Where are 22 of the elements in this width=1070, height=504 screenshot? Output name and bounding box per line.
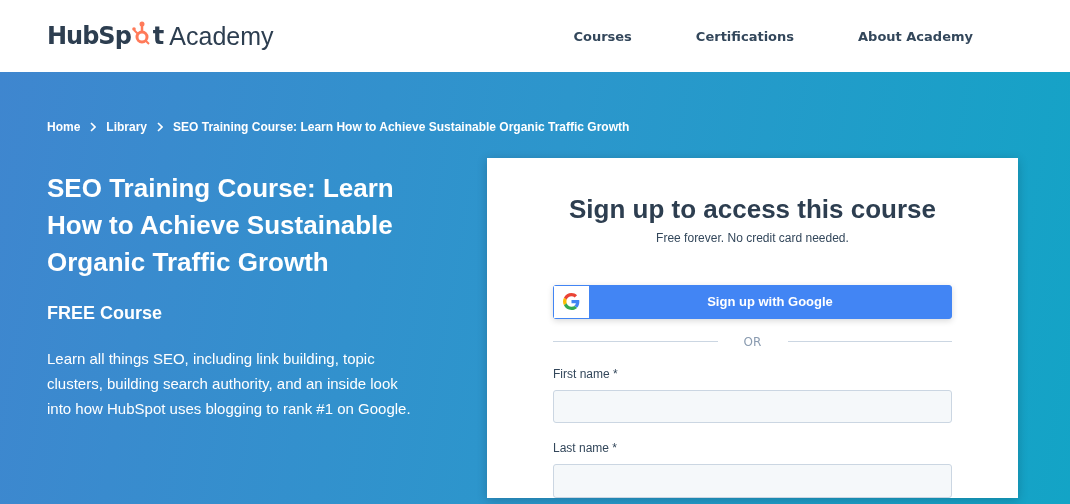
signup-title: Sign up to access this course [568,194,937,225]
course-description: Learn all things SEO, including link building, topic clusters, building search authority, and an inside look into how HubSpot uses blogging to rank #1 on Google. [47,349,412,419]
field-label: Last name * [553,441,619,456]
hubspot-academy-logo[interactable]: HubSp t Academy [47,21,274,51]
or-divider-text: OR [742,334,763,349]
breadcrumb-link[interactable]: Home [47,120,81,134]
course-title: SEO Training Course: Learn How to Achieve Sustainable Organic Traffic Growth [47,172,395,279]
chevron-right-icon [90,122,97,132]
nav-link[interactable]: Courses [573,28,632,44]
google-icon [563,293,580,311]
google-signup-button[interactable]: Sign up with Google [553,285,952,319]
breadcrumb-link[interactable]: SEO Training Course: Learn How to Achieve Sustainable Organic Traffic Growth [173,120,630,134]
chevron-right-icon [157,122,164,132]
input-field[interactable] [553,389,952,424]
breadcrumb-link[interactable]: Library [106,120,148,134]
nav-link[interactable]: Certifications [695,28,794,44]
nav-link[interactable]: About Academy [858,28,973,44]
field-label: First name * [553,366,619,381]
sprocket-icon [131,20,152,46]
input-field[interactable] [553,464,952,498]
course-price-label: FREE Course [47,303,164,324]
signup-subtitle: Free forever. No credit card needed. [655,231,850,245]
